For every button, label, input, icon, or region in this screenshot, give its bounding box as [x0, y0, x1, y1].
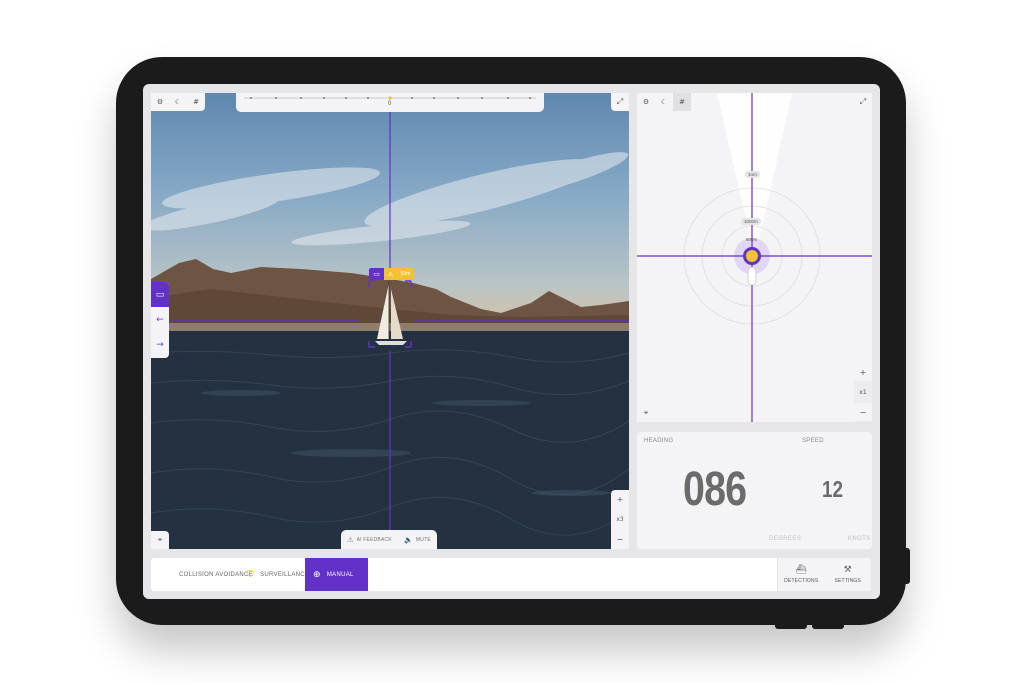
wrench-icon: ⚒	[843, 565, 852, 575]
gear-icon[interactable]: ⚙	[637, 93, 655, 111]
heading-label: HEADING	[644, 438, 674, 444]
boat-icon: ⛴	[795, 565, 808, 575]
mode-bar: COLLISION AVOIDANCE ⛉ SURVEILLANCE ⊕ MAN…	[151, 558, 871, 591]
heading-value: 086	[683, 463, 747, 516]
gear-icon[interactable]: ⚙	[151, 93, 169, 111]
compass-strip[interactable]: 0	[236, 93, 544, 112]
ai-feedback-button[interactable]: ⚠ AI FEEDBACK	[347, 536, 392, 544]
tablet-volume-button	[775, 624, 807, 629]
detections-label: DETECTIONS	[784, 578, 819, 584]
ai-feedback-label: AI FEEDBACK	[356, 536, 392, 543]
target-distance: 50m	[400, 271, 411, 277]
arrow-right-icon[interactable]: →	[151, 332, 169, 357]
arrow-left-icon[interactable]: ←	[151, 307, 169, 332]
crosshair-icon: ⊕	[313, 569, 321, 580]
mute-label: MUTE	[415, 536, 431, 543]
camera-side-controls: ▭ ← →	[151, 282, 169, 358]
shield-icon: ⛉	[247, 569, 255, 580]
camera-zoom-controls: + x3 −	[611, 490, 629, 549]
mode-label: COLLISION AVOIDANCE	[179, 571, 253, 578]
right-tools: ⛴ DETECTIONS ⚒ SETTINGS	[777, 558, 871, 591]
zoom-in-button[interactable]: +	[611, 490, 629, 508]
detections-button[interactable]: ⛴ DETECTIONS	[778, 558, 825, 591]
speed-value: 12	[822, 476, 843, 502]
radar-range-label: 500m	[746, 237, 758, 242]
tablet-volume-button	[812, 624, 844, 629]
locate-icon[interactable]: ⌖	[637, 404, 655, 422]
mode-label: SURVEILLANCE	[260, 571, 310, 578]
moon-icon[interactable]: ☾	[655, 93, 673, 111]
radar-toolbar: ⚙ ☾ #	[637, 93, 691, 111]
camera-audio-controls: ⚠ AI FEEDBACK 🔈 MUTE	[341, 530, 437, 549]
radar-zoom-controls: + x1 −	[854, 363, 872, 422]
mode-manual[interactable]: ⊕ MANUAL	[305, 558, 368, 591]
speaker-icon: 🔈	[404, 535, 413, 544]
mute-button[interactable]: 🔈 MUTE	[404, 536, 431, 544]
camera-scene	[151, 112, 629, 549]
grid-icon[interactable]: #	[673, 93, 691, 111]
zoom-level: x1	[859, 388, 867, 396]
mode-surveillance[interactable]: ⛉ SURVEILLANCE	[247, 558, 309, 591]
radar-scene	[637, 93, 872, 422]
zoom-out-button[interactable]: −	[611, 530, 629, 548]
mode-label: MANUAL	[326, 571, 354, 578]
radar-range-label: 1000m	[741, 218, 761, 225]
tablet-side-button	[904, 548, 910, 584]
warning-icon: ⚠	[347, 535, 354, 544]
target-frame-icon: ▭	[369, 268, 384, 280]
target-tag[interactable]: ▭ ⚠ 50m	[369, 268, 414, 280]
compass-heading-label: 0	[388, 101, 392, 107]
mode-collision-avoidance[interactable]: COLLISION AVOIDANCE	[179, 558, 253, 591]
camera-toolbar: ⚙ ☾ #	[151, 93, 205, 111]
navigation-readout: HEADING SPEED 086 12 DEGREES KNOTS	[637, 432, 872, 549]
expand-icon[interactable]: ⤢	[854, 93, 872, 111]
radar-view[interactable]: 1nm 1000m 500m ⚙ ☾ # ⤢ + x1 − ⌖	[637, 93, 872, 422]
target-frame-icon[interactable]: ▭	[151, 282, 169, 307]
target-distance-badge: ⚠ 50m	[384, 268, 414, 280]
warning-icon: ⚠	[387, 270, 394, 278]
zoom-level: x3	[616, 515, 624, 523]
moon-icon[interactable]: ☾	[169, 93, 187, 111]
speed-unit: KNOTS	[848, 536, 871, 542]
zoom-in-button[interactable]: +	[854, 363, 872, 381]
expand-icon[interactable]: ⤢	[611, 93, 629, 111]
heading-unit: DEGREES	[769, 536, 802, 542]
grid-icon[interactable]: #	[187, 93, 205, 111]
tablet-screen: ⚙ ☾ # 0 ⤢ ▭ ← → ▭ ⚠ 50m + x3 − ⌖ ⚠ AI FE…	[143, 84, 880, 599]
settings-button[interactable]: ⚒ SETTINGS	[825, 558, 872, 591]
settings-label: SETTINGS	[834, 578, 862, 584]
locate-icon[interactable]: ⌖	[151, 531, 169, 549]
camera-view[interactable]: ⚙ ☾ # 0 ⤢ ▭ ← → ▭ ⚠ 50m + x3 − ⌖ ⚠ AI FE…	[151, 93, 629, 549]
radar-range-label: 1nm	[745, 171, 760, 178]
zoom-out-button[interactable]: −	[854, 403, 872, 421]
speed-label: SPEED	[802, 438, 824, 444]
